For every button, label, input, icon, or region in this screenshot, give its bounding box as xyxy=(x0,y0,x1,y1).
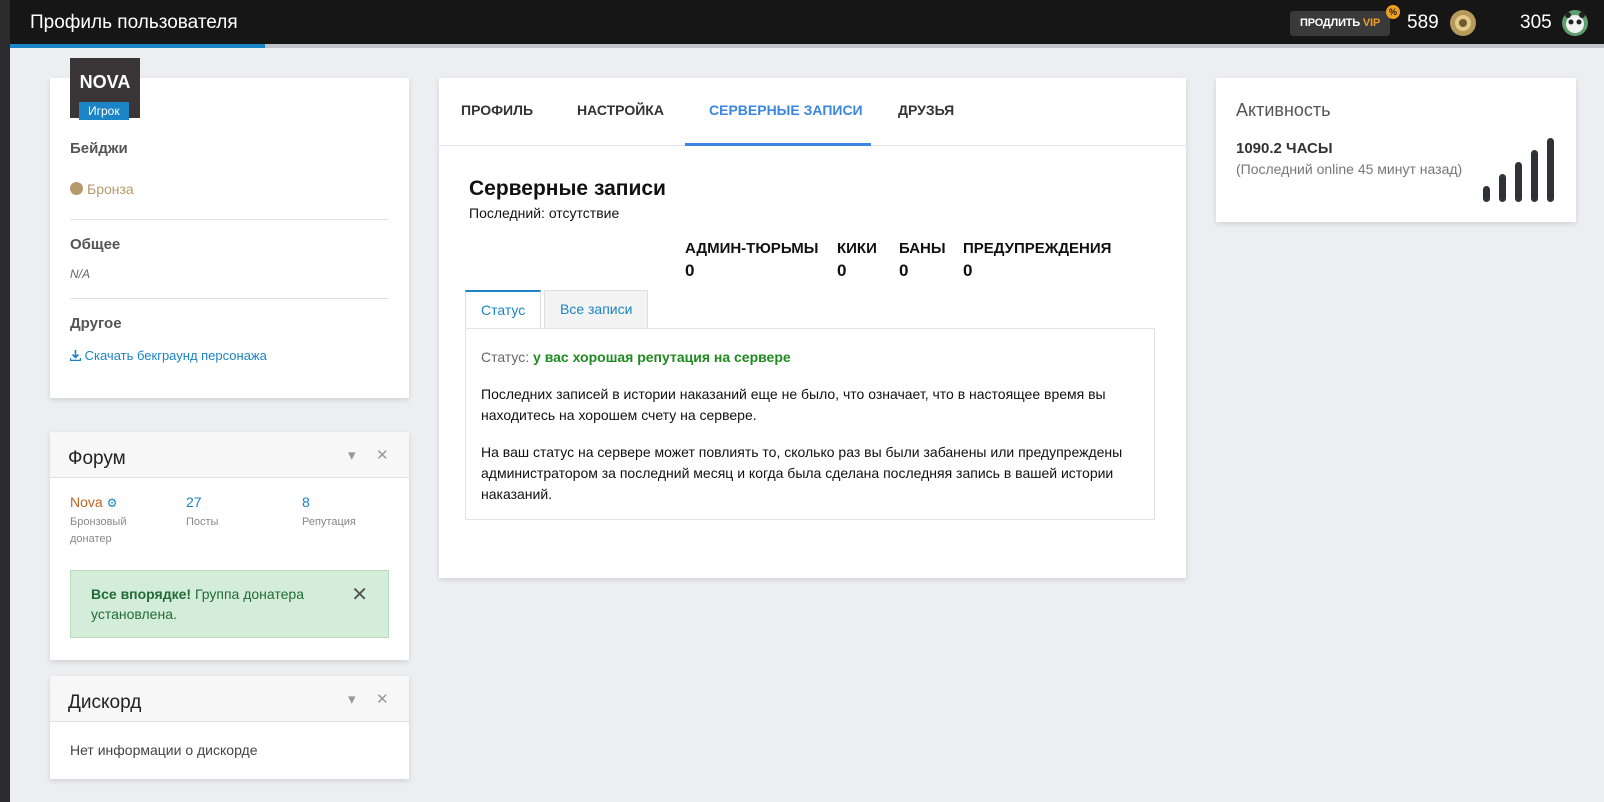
badges-title: Бейджи xyxy=(70,140,128,157)
signal-bar xyxy=(1483,186,1490,202)
forum-widget: Форум ▾ ✕ Nova ⚙ Бронзовый донатер 27 По… xyxy=(50,432,409,660)
left-edge-strip xyxy=(0,0,10,802)
bronze-coin-icon xyxy=(70,182,83,195)
top-progress-bar xyxy=(10,44,1604,48)
status-line: Статус: у вас хорошая репутация на серве… xyxy=(481,347,1139,368)
section-title: Серверные записи xyxy=(469,177,666,200)
forum-rep-value[interactable]: 8 xyxy=(302,494,310,510)
download-link-text: Скачать бекграунд персонажа xyxy=(84,348,267,363)
alert-strong-text: Все впорядке! xyxy=(91,586,192,602)
signal-bar xyxy=(1499,174,1506,202)
forum-widget-header: Форум ▾ ✕ xyxy=(50,432,409,478)
close-icon[interactable]: ✕ xyxy=(376,446,389,464)
bronze-badge-label: Бронза xyxy=(87,181,134,197)
discord-title: Дискорд xyxy=(68,692,142,713)
collapse-icon[interactable]: ▾ xyxy=(348,446,356,464)
forum-username[interactable]: Nova ⚙ xyxy=(70,494,117,510)
stat-label-jails: АДМИН-ТЮРЬМЫ xyxy=(685,240,819,257)
collapse-icon[interactable]: ▾ xyxy=(348,690,356,708)
download-icon xyxy=(69,348,85,363)
activity-last-online: (Последний online 45 минут назад) xyxy=(1236,161,1463,177)
forum-title: Форум xyxy=(68,448,126,469)
forum-rep-label: Репутация xyxy=(302,516,356,528)
profile-tabs: ПРОФИЛЬ НАСТРОЙКА СЕРВЕРНЫЕ ЗАПИСИ ДРУЗЬ… xyxy=(439,78,1186,146)
stat-label-warnings: ПРЕДУПРЕЖДЕНИЯ xyxy=(963,240,1112,257)
panda-mascot-icon[interactable] xyxy=(1560,8,1590,38)
forum-posts-value[interactable]: 27 xyxy=(186,494,202,510)
discord-widget: Дискорд ▾ ✕ Нет информации о дискорде xyxy=(50,676,409,779)
forum-user-rank: Бронзовый донатер xyxy=(70,516,127,545)
activity-title: Активность xyxy=(1236,100,1331,120)
role-badge: Игрок xyxy=(79,102,129,120)
stat-value-kicks: 0 xyxy=(837,261,847,280)
signal-strength-icon xyxy=(1483,138,1563,202)
coin-count-1: 589 xyxy=(1407,12,1439,33)
divider xyxy=(70,298,389,299)
success-alert: Все впорядке! Группа донатера установлен… xyxy=(70,570,389,638)
status-panel: Статус: у вас хорошая репутация на серве… xyxy=(465,328,1155,520)
activity-card: Активность 1090.2 ЧАСЫ (Последний online… xyxy=(1216,78,1576,222)
discord-empty-text: Нет информации о дискорде xyxy=(70,742,258,758)
top-bar: Профиль пользователя ПРОДЛИТЬ VIP % 589 … xyxy=(10,0,1604,48)
gold-medal-icon[interactable] xyxy=(1448,8,1478,38)
tab-profile[interactable]: ПРОФИЛЬ xyxy=(461,102,533,118)
forum-username-text: Nova xyxy=(70,494,103,510)
tab-settings[interactable]: НАСТРОЙКА xyxy=(577,102,664,118)
subtab-all-records[interactable]: Все записи xyxy=(544,290,649,328)
forum-posts-label: Посты xyxy=(186,516,219,528)
general-title: Общее xyxy=(70,236,121,253)
stat-value-jails: 0 xyxy=(685,261,695,280)
active-tab-underline xyxy=(685,143,871,146)
status-value: у вас хорошая репутация на сервере xyxy=(533,349,791,365)
page-title: Профиль пользователя xyxy=(30,12,238,33)
stat-value-warnings: 0 xyxy=(963,261,973,280)
stat-label-kicks: КИКИ xyxy=(837,240,877,257)
avatar-text: NOVA xyxy=(79,72,131,92)
coin-count-2: 305 xyxy=(1520,12,1552,33)
last-record: Последний: отсутствие xyxy=(469,205,620,221)
activity-hours: 1090.2 ЧАСЫ xyxy=(1236,140,1333,157)
extend-vip-button[interactable]: ПРОДЛИТЬ VIP xyxy=(1290,11,1390,36)
close-icon[interactable]: ✕ xyxy=(376,690,389,708)
bronze-badge: Бронза xyxy=(70,181,134,197)
general-value: N/A xyxy=(70,267,91,281)
server-records-content: Серверные записи Последний: отсутствие А… xyxy=(439,147,1186,578)
top-progress-fill xyxy=(10,44,266,48)
other-title: Другое xyxy=(70,315,122,332)
signal-bar xyxy=(1547,138,1554,202)
download-background-link[interactable]: Скачать бекграунд персонажа xyxy=(69,348,267,363)
divider xyxy=(70,219,389,220)
subtab-status[interactable]: Статус xyxy=(465,290,542,329)
status-paragraph-2: На ваш статус на сервере может повлиять … xyxy=(481,444,1123,502)
stat-label-bans: БАНЫ xyxy=(899,240,946,257)
vip-button-vip-text: VIP xyxy=(1362,17,1380,29)
discord-widget-header: Дискорд ▾ ✕ xyxy=(50,676,409,722)
signal-bar xyxy=(1531,150,1538,202)
server-records-card: ПРОФИЛЬ НАСТРОЙКА СЕРВЕРНЫЕ ЗАПИСИ ДРУЗЬ… xyxy=(439,78,1186,578)
stat-value-bans: 0 xyxy=(899,261,909,280)
vip-discount-badge: % xyxy=(1386,5,1400,19)
tab-server-records[interactable]: СЕРВЕРНЫЕ ЗАПИСИ xyxy=(709,102,863,118)
status-paragraph-1: Последних записей в истории наказаний ещ… xyxy=(481,386,1106,423)
alert-close-icon[interactable]: ✕ xyxy=(351,585,368,605)
gear-icon: ⚙ xyxy=(106,496,118,510)
signal-bar xyxy=(1515,162,1522,202)
vip-button-prefix: ПРОДЛИТЬ xyxy=(1300,17,1360,29)
tab-friends[interactable]: ДРУЗЬЯ xyxy=(898,102,954,118)
profile-card: NOVA Игрок Бейджи Бронза Общее N/A Друго… xyxy=(50,58,409,398)
status-label: Статус: xyxy=(481,349,534,365)
